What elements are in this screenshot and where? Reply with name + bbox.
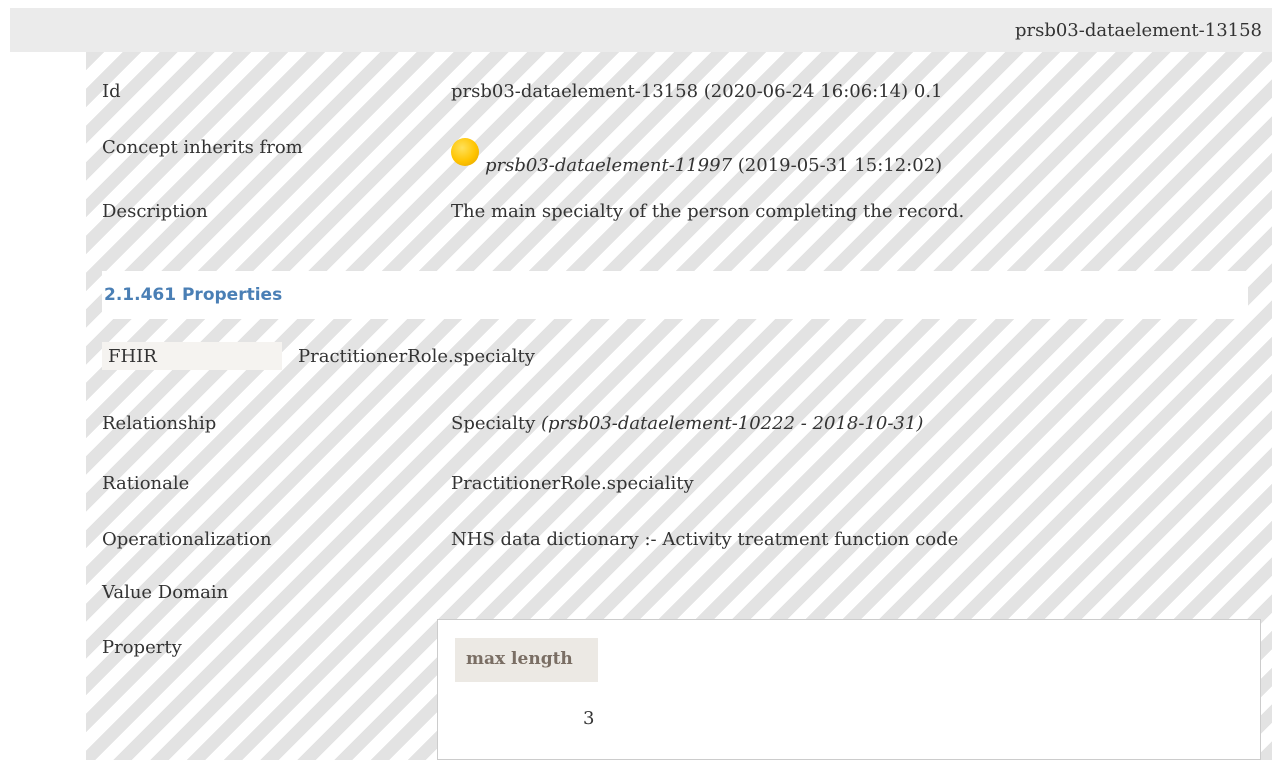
operationalization-label: Operationalization — [102, 529, 272, 550]
rationale-label: Rationale — [102, 473, 190, 494]
properties-section-header: 2.1.461 Properties — [102, 271, 1248, 319]
property-label: Property — [102, 637, 182, 658]
description-label: Description — [102, 201, 208, 222]
id-value: prsb03-dataelement-13158 (2020-06-24 16:… — [451, 81, 943, 102]
fhir-label-cell: FHIR — [102, 342, 282, 370]
property-column-header: max length — [455, 638, 598, 682]
max-length-value: 3 — [583, 708, 595, 729]
concept-details: Id prsb03-dataelement-13158 (2020-06-24 … — [86, 52, 1272, 760]
inherits-date: (2019-05-31 15:12:02) — [737, 155, 943, 176]
max-length-header: max length — [466, 649, 573, 669]
header-bar: prsb03-dataelement-13158 — [10, 8, 1272, 52]
fhir-label: FHIR — [108, 346, 157, 367]
relationship-name: Specialty — [451, 413, 536, 434]
property-table: max length 3 — [437, 619, 1261, 760]
id-label: Id — [102, 81, 121, 102]
relationship-label: Relationship — [102, 413, 217, 434]
inherits-value: prsb03-dataelement-11997 (2019-05-31 15:… — [451, 138, 943, 178]
operationalization-value: NHS data dictionary :- Activity treatmen… — [451, 529, 959, 550]
value-domain-label: Value Domain — [102, 582, 229, 603]
description-value: The main specialty of the person complet… — [451, 201, 965, 222]
relationship-detail: (prsb03-dataelement-10222 - 2018-10-31) — [540, 413, 924, 434]
rationale-value: PractitionerRole.speciality — [451, 473, 694, 494]
status-dot-icon — [451, 138, 479, 166]
page: prsb03-dataelement-13158 Id prsb03-datae… — [0, 0, 1272, 760]
inherits-ref-link[interactable]: prsb03-dataelement-11997 — [485, 155, 732, 176]
relationship-value: Specialty (prsb03-dataelement-10222 - 20… — [451, 412, 923, 436]
properties-section-title: 2.1.461 Properties — [104, 285, 283, 305]
inherits-label: Concept inherits from — [102, 137, 303, 158]
header-element-id: prsb03-dataelement-13158 — [1014, 20, 1262, 41]
fhir-value: PractitionerRole.specialty — [298, 346, 535, 367]
